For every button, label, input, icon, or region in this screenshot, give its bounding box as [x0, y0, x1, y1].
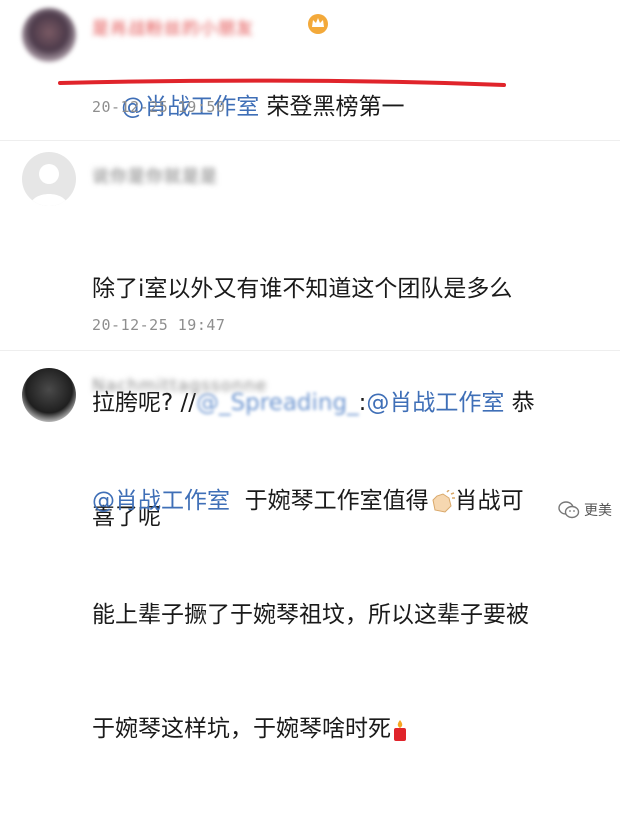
username[interactable]: Nachmittagssonne — [92, 376, 267, 396]
comment-line: 于婉琴这样坑，于婉琴啥时死 — [92, 710, 529, 748]
user-silhouette-icon — [30, 164, 68, 206]
red-underline-annotation — [58, 78, 506, 87]
crown-icon — [308, 14, 328, 34]
comment-body: 肖战可 — [454, 488, 524, 514]
wechat-icon — [558, 501, 580, 519]
comment-line: @肖战工作室 于婉琴工作室值得 肖战可 — [92, 482, 529, 520]
watermark: 更美 — [558, 500, 612, 520]
avatar[interactable] — [22, 8, 76, 62]
comment-3: Nachmittagssonne @肖战工作室 于婉琴工作室值得 肖战可 能上辈子… — [0, 350, 620, 742]
username[interactable]: 是肖战粉丝的小朋友 — [92, 14, 254, 39]
comment-body: 于婉琴这样坑，于婉琴啥时死 — [92, 716, 391, 742]
username[interactable]: 说你是你就是是 — [92, 162, 218, 187]
comment-body: 于婉琴工作室值得 — [230, 488, 429, 514]
red-candle-icon — [394, 719, 406, 741]
comment-body: 荣登黑榜第一 — [259, 94, 405, 120]
comment-2: 说你是你就是是 除了i室以外又有谁不知道这个团队是多么 拉胯呢? //@_Spr… — [0, 140, 620, 530]
clapping-hands-icon — [432, 489, 455, 513]
watermark-label: 更美 — [584, 503, 612, 519]
timestamp: 20-12-25 19:47 — [92, 316, 226, 334]
mention-link[interactable]: @肖战工作室 — [92, 488, 230, 514]
comment-line: 能上辈子撅了于婉琴祖坟，所以这辈子要被 — [92, 602, 529, 628]
avatar-placeholder[interactable] — [22, 152, 76, 206]
comment-1: 是肖战粉丝的小朋友 @肖战工作室 荣登黑榜第一 20-12-25 19:50 — [0, 0, 620, 128]
timestamp: 20-12-25 19:50 — [92, 98, 226, 116]
avatar[interactable] — [22, 368, 76, 422]
comment-line: 除了i室以外又有谁不知道这个团队是多么 — [92, 276, 513, 302]
comment-text: @肖战工作室 于婉琴工作室值得 肖战可 能上辈子撅了于婉琴祖坟，所以这辈子要被 于… — [92, 406, 529, 824]
